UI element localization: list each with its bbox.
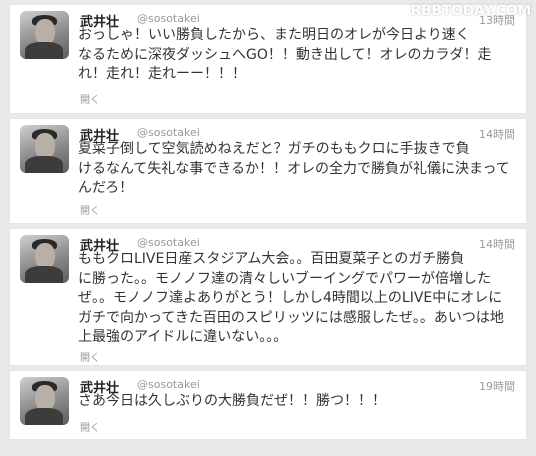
- avatar[interactable]: [20, 11, 69, 59]
- expand-link[interactable]: 開く: [80, 349, 100, 364]
- user-handle[interactable]: @sosotakei: [137, 126, 200, 139]
- expand-link[interactable]: 開く: [80, 419, 100, 434]
- tweet-card[interactable]: 武井壮 @sosotakei 14時間 夏菜子倒して空気読めねえだと？ガチのもも…: [9, 118, 527, 224]
- avatar[interactable]: [20, 377, 69, 425]
- tweet-card[interactable]: 武井壮 @sosotakei 19時間 さあ今日は久しぶりの大勝負だぜ！！勝つ！…: [9, 370, 527, 440]
- tweet-text: おっしゃ！いい勝負したから、また明日のオレが今日より速く なるために深夜ダッシュ…: [78, 27, 492, 82]
- tweet-card[interactable]: 武井壮 @sosotakei 13時間 おっしゃ！いい勝負したから、また明日のオ…: [9, 4, 527, 114]
- tweet-text: ももクロLIVE日産スタジアム大会。。百田夏菜子とのガチ勝負 に勝った。。モノノ…: [78, 251, 504, 345]
- user-handle[interactable]: @sosotakei: [137, 236, 200, 249]
- site-watermark: RBBTODAY.COM: [410, 3, 532, 19]
- tweet-text: 夏菜子倒して空気読めねえだと？ガチのももクロに手抜きで負 けるなんて失礼な事でき…: [78, 141, 510, 196]
- avatar-body: [25, 156, 63, 173]
- tweet-card[interactable]: 武井壮 @sosotakei 14時間 ももクロLIVE日産スタジアム大会。。百…: [9, 228, 527, 366]
- user-handle[interactable]: @sosotakei: [137, 378, 200, 391]
- expand-link[interactable]: 開く: [80, 202, 100, 217]
- tweet-text: さあ今日は久しぶりの大勝負だぜ！！勝つ！！！: [78, 393, 386, 409]
- user-handle[interactable]: @sosotakei: [137, 12, 200, 25]
- avatar-body: [25, 42, 63, 59]
- expand-link[interactable]: 開く: [80, 91, 100, 106]
- avatar-body: [25, 266, 63, 283]
- avatar[interactable]: [20, 125, 69, 173]
- avatar[interactable]: [20, 235, 69, 283]
- avatar-body: [25, 408, 63, 425]
